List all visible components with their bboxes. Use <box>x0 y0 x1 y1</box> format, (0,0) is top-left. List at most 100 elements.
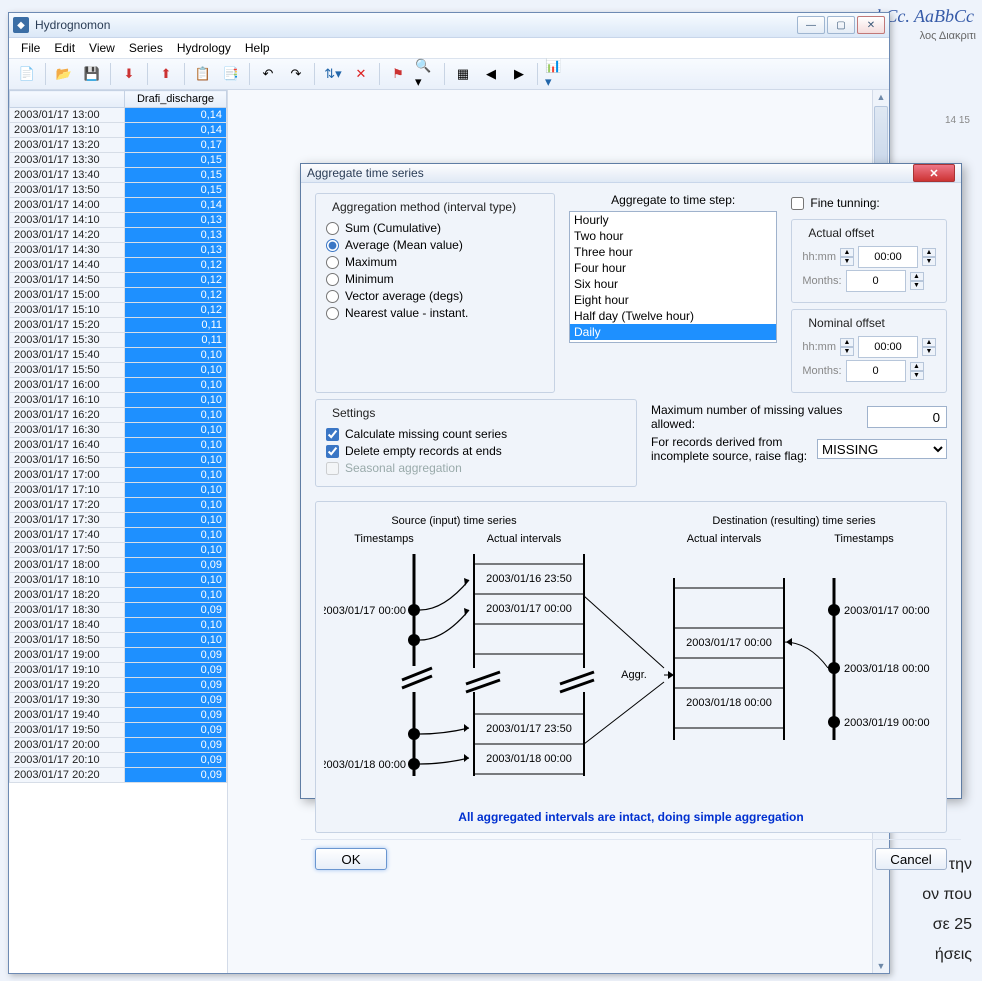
delete-icon[interactable]: ✕ <box>349 62 373 86</box>
table-row[interactable]: 2003/01/17 14:500,12 <box>10 273 227 288</box>
ok-button[interactable]: OK <box>315 848 387 870</box>
table-row[interactable]: 2003/01/17 18:000,09 <box>10 558 227 573</box>
cell-timestamp[interactable]: 2003/01/17 15:50 <box>10 363 125 378</box>
cancel-button[interactable]: Cancel <box>875 848 947 870</box>
agg-method-option[interactable]: Sum (Cumulative) <box>326 221 544 235</box>
cell-value[interactable]: 0,12 <box>125 258 227 273</box>
spin-down[interactable]: ▼ <box>922 347 936 356</box>
cell-value[interactable]: 0,12 <box>125 288 227 303</box>
cell-timestamp[interactable]: 2003/01/17 19:30 <box>10 693 125 708</box>
cell-timestamp[interactable]: 2003/01/17 16:00 <box>10 378 125 393</box>
spin-up[interactable]: ▲ <box>910 362 924 371</box>
table-row[interactable]: 2003/01/17 20:100,09 <box>10 753 227 768</box>
table-row[interactable]: 2003/01/17 17:500,10 <box>10 543 227 558</box>
minimize-button[interactable]: — <box>797 16 825 34</box>
col-timestamp[interactable] <box>10 91 125 108</box>
chart-icon[interactable]: 📊▾ <box>544 62 568 86</box>
db-upload-icon[interactable]: ⬆ <box>154 62 178 86</box>
fine-tuning-checkbox[interactable] <box>791 197 804 210</box>
table-row[interactable]: 2003/01/17 13:400,15 <box>10 168 227 183</box>
cell-timestamp[interactable]: 2003/01/17 17:10 <box>10 483 125 498</box>
table-row[interactable]: 2003/01/17 19:500,09 <box>10 723 227 738</box>
cell-timestamp[interactable]: 2003/01/17 14:40 <box>10 258 125 273</box>
table-row[interactable]: 2003/01/17 14:400,12 <box>10 258 227 273</box>
cell-timestamp[interactable]: 2003/01/17 16:20 <box>10 408 125 423</box>
spin-down[interactable]: ▼ <box>922 257 936 266</box>
cell-timestamp[interactable]: 2003/01/17 20:20 <box>10 768 125 783</box>
table-row[interactable]: 2003/01/17 13:100,14 <box>10 123 227 138</box>
calc-missing-row[interactable]: Calculate missing count series <box>326 427 626 441</box>
cell-timestamp[interactable]: 2003/01/17 15:30 <box>10 333 125 348</box>
cell-value[interactable]: 0,10 <box>125 618 227 633</box>
menu-hydrology[interactable]: Hydrology <box>171 39 237 57</box>
cell-timestamp[interactable]: 2003/01/17 19:00 <box>10 648 125 663</box>
cell-value[interactable]: 0,09 <box>125 708 227 723</box>
cell-value[interactable]: 0,10 <box>125 423 227 438</box>
cell-value[interactable]: 0,09 <box>125 738 227 753</box>
timestep-option[interactable]: Half day (Twelve hour) <box>570 308 776 324</box>
table-row[interactable]: 2003/01/17 13:300,15 <box>10 153 227 168</box>
max-missing-input[interactable] <box>867 406 947 428</box>
cell-timestamp[interactable]: 2003/01/17 13:10 <box>10 123 125 138</box>
cell-timestamp[interactable]: 2003/01/17 18:10 <box>10 573 125 588</box>
cell-timestamp[interactable]: 2003/01/17 17:00 <box>10 468 125 483</box>
agg-method-option[interactable]: Minimum <box>326 272 544 286</box>
spin-up[interactable]: ▲ <box>922 248 936 257</box>
data-grid[interactable]: Drafi_discharge 2003/01/17 13:000,142003… <box>9 90 228 973</box>
dialog-close-button[interactable]: ✕ <box>913 164 955 182</box>
spin-up[interactable]: ▲ <box>922 338 936 347</box>
table-row[interactable]: 2003/01/17 20:000,09 <box>10 738 227 753</box>
cell-value[interactable]: 0,09 <box>125 603 227 618</box>
menu-series[interactable]: Series <box>123 39 169 57</box>
cell-value[interactable]: 0,09 <box>125 723 227 738</box>
main-titlebar[interactable]: ◆ Hydrognomon — ▢ ✕ <box>9 13 889 38</box>
timestep-option[interactable]: Two hour <box>570 228 776 244</box>
table-row[interactable]: 2003/01/17 13:500,15 <box>10 183 227 198</box>
cell-value[interactable]: 0,14 <box>125 108 227 123</box>
spin-up[interactable]: ▲ <box>910 272 924 281</box>
cell-timestamp[interactable]: 2003/01/17 17:20 <box>10 498 125 513</box>
table-row[interactable]: 2003/01/17 16:300,10 <box>10 423 227 438</box>
cell-timestamp[interactable]: 2003/01/17 17:50 <box>10 543 125 558</box>
table-row[interactable]: 2003/01/17 16:500,10 <box>10 453 227 468</box>
cell-value[interactable]: 0,09 <box>125 663 227 678</box>
timestep-option[interactable]: Three hour <box>570 244 776 260</box>
cell-value[interactable]: 0,10 <box>125 588 227 603</box>
cell-value[interactable]: 0,10 <box>125 483 227 498</box>
agg-method-radio[interactable] <box>326 273 339 286</box>
calc-missing-checkbox[interactable] <box>326 428 339 441</box>
cell-value[interactable]: 0,12 <box>125 273 227 288</box>
cell-value[interactable]: 0,13 <box>125 213 227 228</box>
redo-icon[interactable]: ↷ <box>284 62 308 86</box>
table-row[interactable]: 2003/01/17 13:000,14 <box>10 108 227 123</box>
table-row[interactable]: 2003/01/17 14:300,13 <box>10 243 227 258</box>
agg-method-radio[interactable] <box>326 256 339 269</box>
agg-method-option[interactable]: Nearest value - instant. <box>326 306 544 320</box>
table-row[interactable]: 2003/01/17 18:300,09 <box>10 603 227 618</box>
cell-value[interactable]: 0,10 <box>125 408 227 423</box>
cell-timestamp[interactable]: 2003/01/17 16:10 <box>10 393 125 408</box>
menu-file[interactable]: File <box>15 39 46 57</box>
cell-timestamp[interactable]: 2003/01/17 15:00 <box>10 288 125 303</box>
cell-value[interactable]: 0,10 <box>125 453 227 468</box>
open-icon[interactable]: 📂 <box>52 62 76 86</box>
cell-value[interactable]: 0,10 <box>125 633 227 648</box>
table-row[interactable]: 2003/01/17 15:400,10 <box>10 348 227 363</box>
table-row[interactable]: 2003/01/17 15:200,11 <box>10 318 227 333</box>
table-row[interactable]: 2003/01/17 17:000,10 <box>10 468 227 483</box>
cell-value[interactable]: 0,13 <box>125 243 227 258</box>
agg-method-radio[interactable] <box>326 222 339 235</box>
cell-timestamp[interactable]: 2003/01/17 13:40 <box>10 168 125 183</box>
menu-help[interactable]: Help <box>239 39 276 57</box>
cell-timestamp[interactable]: 2003/01/17 19:20 <box>10 678 125 693</box>
actual-offset-months[interactable] <box>846 270 906 292</box>
agg-method-radio[interactable] <box>326 290 339 303</box>
table-row[interactable]: 2003/01/17 13:200,17 <box>10 138 227 153</box>
table-row[interactable]: 2003/01/17 18:200,10 <box>10 588 227 603</box>
cell-value[interactable]: 0,15 <box>125 153 227 168</box>
cell-timestamp[interactable]: 2003/01/17 14:30 <box>10 243 125 258</box>
cell-timestamp[interactable]: 2003/01/17 19:40 <box>10 708 125 723</box>
cell-value[interactable]: 0,10 <box>125 393 227 408</box>
table-row[interactable]: 2003/01/17 14:000,14 <box>10 198 227 213</box>
cell-value[interactable]: 0,10 <box>125 378 227 393</box>
